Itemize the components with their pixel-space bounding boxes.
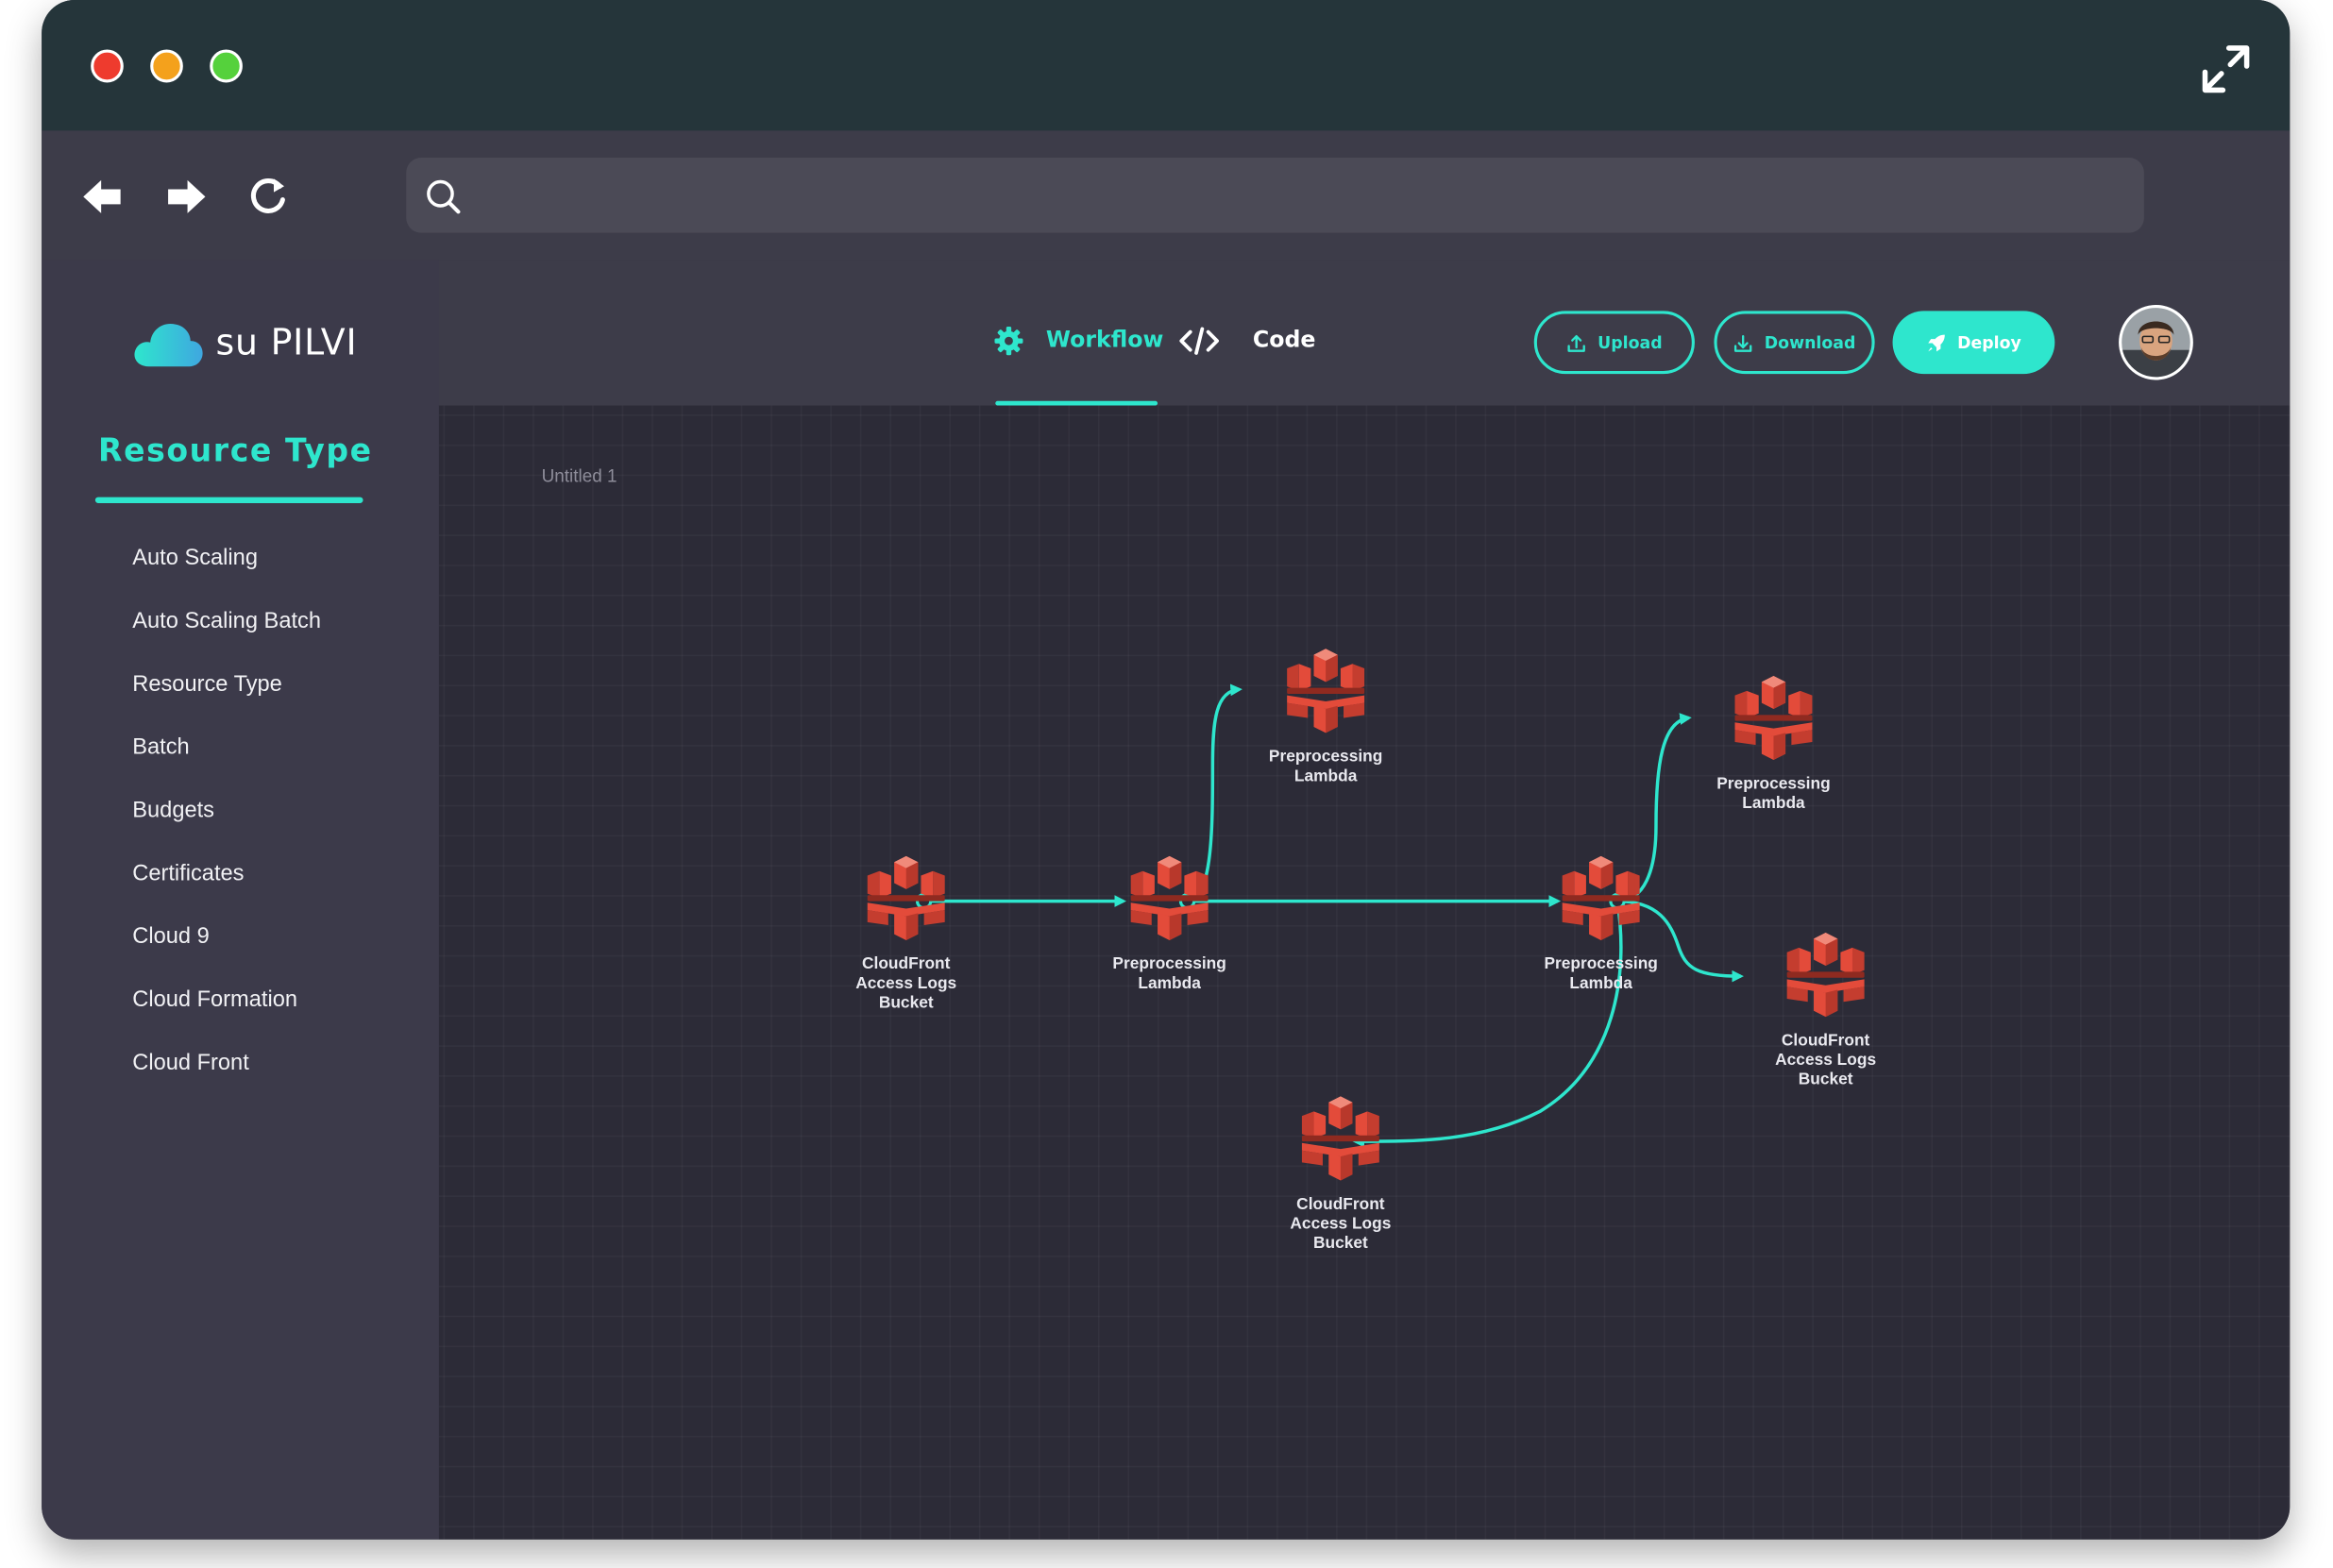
sidebar-item-batch[interactable]: Batch bbox=[132, 730, 321, 793]
sidebar-item-cloud-9[interactable]: Cloud 9 bbox=[132, 919, 321, 983]
aws-cloudfront-icon bbox=[1281, 646, 1371, 735]
aws-cloudfront-icon bbox=[1556, 853, 1646, 943]
back-arrow-icon[interactable] bbox=[77, 173, 125, 221]
upload-button[interactable]: Upload bbox=[1533, 311, 1695, 375]
reload-icon[interactable] bbox=[244, 173, 291, 221]
node-label: CloudFront Access Logs Bucket bbox=[855, 954, 957, 1013]
workflow-canvas[interactable]: Untitled 1 CloudFront Access Logs Bucket… bbox=[438, 405, 2291, 1540]
sidebar-item-auto-scaling-batch[interactable]: Auto Scaling Batch bbox=[132, 604, 321, 667]
avatar[interactable] bbox=[2119, 304, 2193, 380]
sidebar-item-auto-scaling[interactable]: Auto Scaling bbox=[132, 541, 321, 604]
workflow-edges bbox=[915, 683, 1744, 1148]
tab-code-label: Code bbox=[1252, 326, 1316, 353]
sidebar-item-resource-type[interactable]: Resource Type bbox=[132, 666, 321, 730]
expand-icon[interactable] bbox=[2199, 42, 2253, 96]
minimize-dot[interactable] bbox=[150, 49, 183, 83]
node-label: Preprocessing Lambda bbox=[1544, 954, 1658, 993]
node-preprocessing-lambda[interactable]: Preprocessing Lambda bbox=[1088, 853, 1251, 995]
node-label: Preprocessing Lambda bbox=[1268, 748, 1383, 786]
node-cloudfront-bucket-right[interactable]: CloudFront Access Logs Bucket bbox=[1744, 930, 1907, 1090]
aws-cloudfront-icon bbox=[1729, 673, 1818, 763]
node-label: Preprocessing Lambda bbox=[1716, 774, 1831, 813]
aws-cloudfront-icon bbox=[1781, 930, 1870, 1020]
address-bar[interactable] bbox=[406, 158, 2144, 233]
sidebar: su PILVI Resource Type Auto Scaling Auto… bbox=[42, 260, 439, 1540]
window-titlebar bbox=[42, 0, 2291, 131]
close-dot[interactable] bbox=[91, 49, 124, 83]
node-preprocessing-lambda-top[interactable]: Preprocessing Lambda bbox=[1243, 646, 1407, 787]
tab-workflow-label: Workflow bbox=[1045, 326, 1164, 353]
search-input[interactable] bbox=[477, 169, 2121, 225]
browser-window: su PILVI Resource Type Auto Scaling Auto… bbox=[42, 0, 2291, 1540]
node-label: CloudFront Access Logs Bucket bbox=[1290, 1195, 1392, 1253]
sidebar-item-budgets[interactable]: Budgets bbox=[132, 793, 321, 856]
download-button[interactable]: Download bbox=[1714, 311, 1875, 375]
cloud-logo-icon bbox=[134, 323, 203, 367]
upload-icon bbox=[1567, 334, 1585, 352]
logo-text: su PILVI bbox=[215, 321, 358, 364]
maximize-dot[interactable] bbox=[210, 49, 243, 83]
canvas-title: Untitled 1 bbox=[541, 465, 617, 487]
forward-arrow-icon[interactable] bbox=[163, 173, 211, 221]
node-label: CloudFront Access Logs Bucket bbox=[1775, 1032, 1877, 1089]
deploy-label: Deploy bbox=[1957, 332, 2021, 353]
search-icon bbox=[427, 179, 461, 214]
download-label: Download bbox=[1764, 332, 1856, 353]
sidebar-item-certificates[interactable]: Certificates bbox=[132, 856, 321, 919]
resource-type-heading: Resource Type bbox=[98, 432, 373, 469]
node-preprocessing-lambda-right[interactable]: Preprocessing Lambda bbox=[1519, 853, 1682, 995]
editor-header: Workflow Code Upload Download Deploy bbox=[438, 260, 2291, 406]
rocket-icon bbox=[1927, 333, 1945, 351]
node-cloudfront-bucket[interactable]: CloudFront Access Logs Bucket bbox=[824, 853, 988, 1014]
heading-underline bbox=[94, 497, 363, 503]
download-icon bbox=[1733, 334, 1752, 352]
browser-toolbar bbox=[42, 130, 2291, 261]
aws-cloudfront-icon bbox=[1124, 853, 1214, 943]
aws-cloudfront-icon bbox=[1296, 1093, 1386, 1183]
gear-icon bbox=[994, 327, 1023, 356]
aws-cloudfront-icon bbox=[861, 853, 951, 943]
upload-label: Upload bbox=[1598, 332, 1663, 353]
node-label: Preprocessing Lambda bbox=[1112, 954, 1226, 993]
main-panel: Workflow Code Upload Download Deploy Unt… bbox=[438, 260, 2291, 1540]
sidebar-item-cloud-formation[interactable]: Cloud Formation bbox=[132, 983, 321, 1046]
resource-type-list: Auto Scaling Auto Scaling Batch Resource… bbox=[132, 541, 321, 1108]
app-logo[interactable]: su PILVI bbox=[131, 315, 429, 376]
node-preprocessing-lambda-far[interactable]: Preprocessing Lambda bbox=[1692, 673, 1855, 815]
node-cloudfront-bucket-bottom[interactable]: CloudFront Access Logs Bucket bbox=[1259, 1093, 1422, 1254]
code-icon bbox=[1179, 327, 1219, 355]
sidebar-item-cloud-front[interactable]: Cloud Front bbox=[132, 1045, 321, 1108]
deploy-button[interactable]: Deploy bbox=[1892, 311, 2055, 375]
